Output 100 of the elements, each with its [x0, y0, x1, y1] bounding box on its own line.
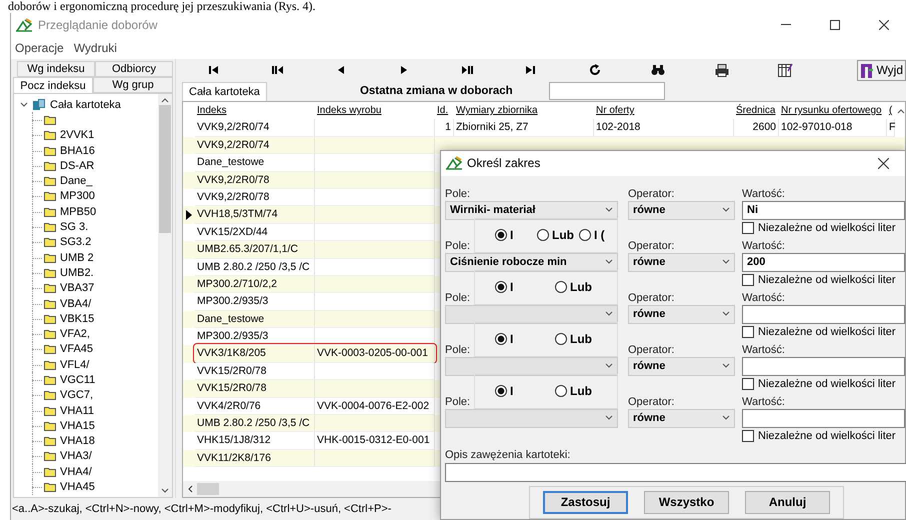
tree-item[interactable]: VHA3/	[60, 450, 92, 462]
value-field[interactable]: Ni	[742, 200, 905, 220]
tree-item[interactable]: SG3.2	[60, 236, 92, 248]
tab[interactable]: Cała kartoteka	[182, 82, 267, 101]
dialog-button[interactable]: Anuluj	[745, 490, 830, 514]
minimize-icon[interactable]	[781, 24, 791, 26]
tab[interactable]: Pocz indeksu	[13, 77, 93, 93]
tree-item[interactable]: DS-AR	[60, 160, 94, 172]
field-dropdown[interactable]	[445, 356, 618, 376]
tree-item[interactable]: VHA45	[60, 481, 95, 494]
chevron-down-icon[interactable]	[722, 259, 730, 266]
tree-item[interactable]: VFL4/	[60, 358, 90, 371]
value-field[interactable]	[742, 408, 905, 428]
chevron-down-icon[interactable]	[605, 207, 613, 214]
radio-option[interactable]: I	[495, 280, 551, 294]
columns-icon[interactable]	[778, 63, 793, 77]
radio-option[interactable]: I	[495, 228, 533, 242]
tree-item[interactable]: VGC11	[60, 374, 96, 386]
scrollbar-thumb[interactable]	[159, 105, 171, 233]
scrollbar-thumb[interactable]	[197, 483, 219, 495]
tree-item[interactable]: UMB2.	[60, 266, 94, 279]
column-header[interactable]: Wymiary zbiornika	[454, 102, 594, 120]
tree-item[interactable]: VHA11	[60, 404, 94, 417]
tree-item[interactable]: VHA15	[60, 420, 95, 432]
chevron-down-icon[interactable]	[605, 259, 613, 266]
chevron-down-icon[interactable]	[605, 363, 613, 370]
field-dropdown[interactable]: Wirniki- materiał	[445, 200, 618, 220]
value-field[interactable]	[742, 356, 905, 376]
column-header[interactable]: Nr rysunku ofertowego	[779, 102, 887, 120]
field-dropdown[interactable]	[445, 304, 618, 324]
tree-item[interactable]: VGC7,	[60, 389, 94, 402]
field-dropdown[interactable]: Ciśnienie robocze min	[445, 252, 618, 272]
tree-item[interactable]: BHA16	[60, 144, 95, 157]
scroll-left-icon[interactable]	[187, 485, 193, 493]
operator-dropdown[interactable]: równe	[628, 356, 735, 376]
close-icon[interactable]	[878, 158, 888, 169]
chevron-down-icon[interactable]	[722, 311, 730, 318]
tree-item[interactable]: UMB 2	[60, 252, 94, 264]
tab[interactable]: Wg grup	[93, 77, 173, 93]
radio-option[interactable]: Lub	[555, 332, 593, 346]
description-field[interactable]	[445, 462, 906, 482]
scroll-up-icon[interactable]	[897, 108, 905, 114]
column-header[interactable]: Indeks wyrobu	[315, 102, 435, 120]
tree-item[interactable]: VBA4/	[60, 298, 92, 310]
column-header[interactable]: Id.	[435, 102, 454, 120]
last-change-field[interactable]	[548, 82, 665, 100]
tree-item[interactable]: VFA2,	[60, 328, 90, 340]
radio-option[interactable]: Lub	[537, 228, 575, 242]
tree-item[interactable]: MPB50	[60, 206, 96, 218]
value-field[interactable]	[742, 304, 905, 324]
tree-item[interactable]: VBK15	[60, 312, 94, 325]
radio-option[interactable]: I	[495, 384, 551, 398]
radio-option[interactable]: Lub	[555, 384, 593, 398]
case-checkbox[interactable]: Niezależne od wielkości liter	[742, 220, 905, 237]
previous-page-icon[interactable]	[271, 64, 284, 76]
tab[interactable]: Odbiorcy	[95, 61, 173, 77]
maximize-icon[interactable]	[830, 20, 840, 30]
next-page-icon[interactable]	[462, 64, 474, 76]
case-checkbox[interactable]: Niezależne od wielkości liter	[742, 428, 905, 445]
column-header[interactable]: Indeks	[195, 102, 315, 120]
operator-dropdown[interactable]: równe	[628, 200, 735, 220]
chevron-down-icon[interactable]	[605, 415, 613, 422]
scroll-down-icon[interactable]	[161, 488, 169, 494]
chevron-down-icon[interactable]	[722, 207, 730, 214]
binoculars-icon[interactable]	[651, 64, 666, 76]
operator-dropdown[interactable]: równe	[628, 252, 735, 272]
field-dropdown[interactable]	[445, 408, 618, 428]
radio-option[interactable]: I	[495, 332, 551, 346]
operator-dropdown[interactable]: równe	[628, 408, 735, 428]
refresh-icon[interactable]	[588, 64, 601, 76]
radio-option[interactable]: I (	[579, 228, 617, 242]
operator-dropdown[interactable]: równe	[628, 304, 735, 324]
radio-option[interactable]: Lub	[555, 280, 593, 294]
tree-item[interactable]: VFA45	[60, 343, 94, 356]
chevron-down-icon[interactable]	[605, 311, 613, 318]
value-field[interactable]: 200	[742, 252, 905, 272]
column-header[interactable]: Średnica	[734, 102, 779, 120]
tree-item[interactable]: VHA18	[60, 435, 95, 448]
tree-item[interactable]: VBA37	[60, 282, 94, 294]
close-icon[interactable]	[879, 20, 889, 30]
column-header[interactable]: Nr oferty	[594, 102, 734, 120]
tree-item[interactable]: 2VVK1	[60, 129, 94, 142]
printer-icon[interactable]	[714, 64, 729, 76]
last-record-icon[interactable]	[525, 64, 538, 76]
exit-button[interactable]: Wyjd	[857, 60, 906, 80]
menu-item[interactable]: Operacje	[15, 41, 64, 55]
chevron-down-icon[interactable]	[722, 415, 730, 422]
collapse-icon[interactable]	[20, 102, 28, 108]
dialog-button[interactable]: Wszystko	[644, 490, 729, 514]
case-checkbox[interactable]: Niezależne od wielkości liter	[742, 376, 905, 393]
tab[interactable]: Wg indeksu	[17, 61, 95, 77]
first-record-icon[interactable]	[208, 64, 220, 76]
scroll-up-icon[interactable]	[161, 97, 169, 103]
tree-item[interactable]: Dane_	[60, 175, 92, 188]
tree-item[interactable]: SG 3.	[60, 221, 88, 234]
tree-item[interactable]: Cała kartoteka	[50, 98, 121, 111]
tree-item[interactable]: VHA4/	[60, 466, 92, 478]
dialog-button[interactable]: Zastosuj	[543, 490, 628, 514]
chevron-down-icon[interactable]	[722, 363, 730, 370]
case-checkbox[interactable]: Niezależne od wielkości liter	[742, 324, 905, 341]
